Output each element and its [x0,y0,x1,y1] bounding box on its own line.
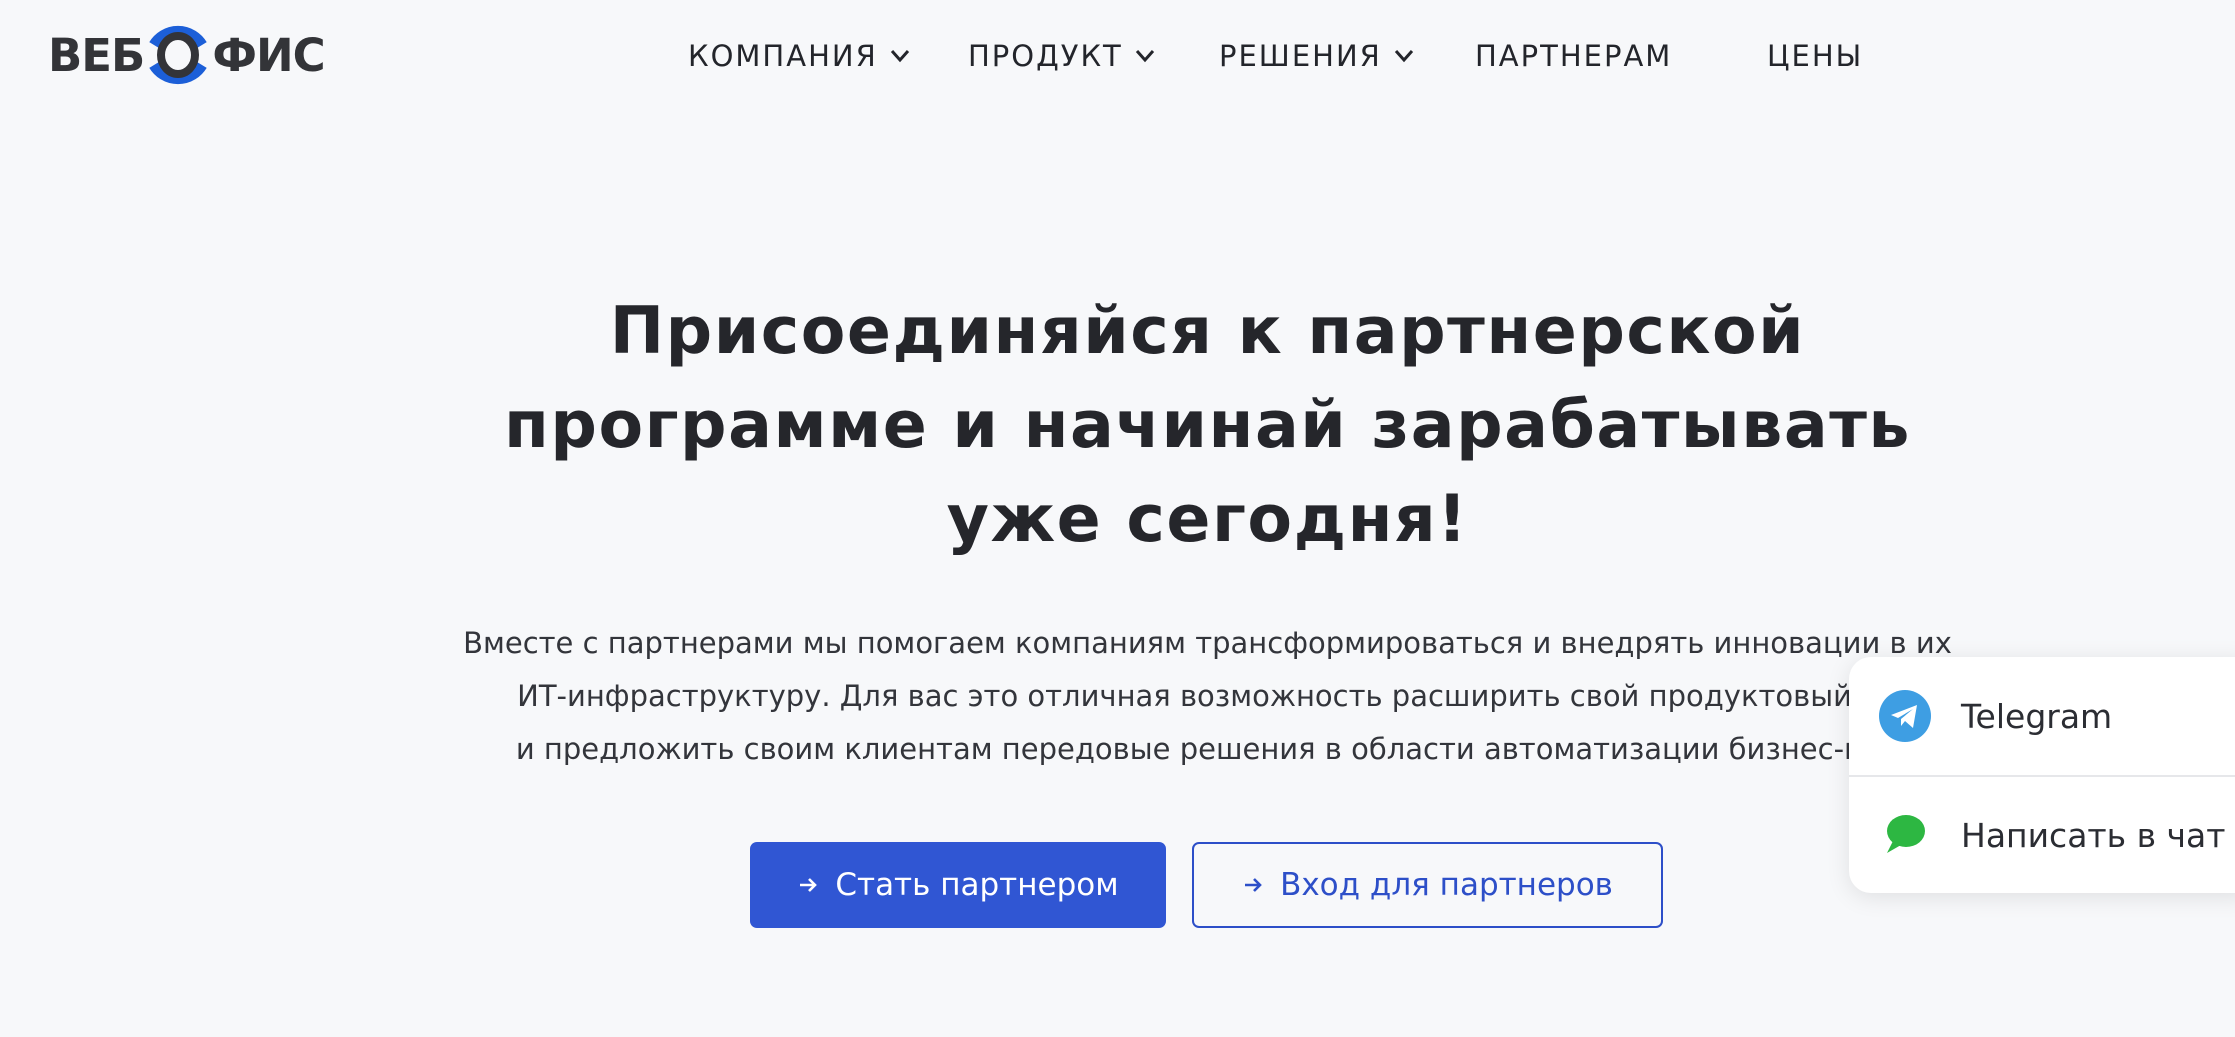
hero-text-line: и предложить своим клиентам передовые ре… [515,732,1900,766]
partner-login-label: Вход для партнеров [1280,867,1613,903]
logo-ring-icon [146,10,210,100]
chevron-down-icon [1135,49,1154,62]
nav-item-label: ПАРТНЕРАМ [1475,38,1673,73]
logo[interactable]: ВЕБ ФИС [48,10,326,100]
hero-description: Вместе с партнерами мы помогаем компания… [420,617,1995,776]
nav-item-prices[interactable]: ЦЕНЫ [1767,39,1863,73]
arrow-right-icon [1245,878,1262,892]
page: ВЕБ ФИС КОМПАНИЯ ПРОДУКТ РЕШЕНИЯ ПАРТНЕР… [0,0,2235,1037]
hero-title-line: уже сегодня! [946,482,1469,557]
nav-item-solutions[interactable]: РЕШЕНИЯ [1219,39,1475,73]
chevron-down-icon [890,49,909,62]
nav-item-partners[interactable]: ПАРТНЕРАМ [1475,39,1767,73]
nav-item-label: ЦЕНЫ [1767,38,1864,73]
logo-text-left: ВЕБ [48,28,145,82]
telegram-link[interactable]: Telegram [1849,657,2235,775]
contact-widget: Telegram Написать в чат [1849,657,2235,893]
chevron-down-icon [1394,49,1413,62]
chat-link[interactable]: Написать в чат [1849,775,2235,893]
arrow-right-icon [800,878,818,892]
chat-bubble-icon [1887,815,1925,853]
hero-title-line: программе и начинай зарабатывать [504,388,1911,463]
partner-login-button[interactable]: Вход для партнеров [1192,842,1663,928]
logo-text-right: ФИС [212,28,325,82]
nav-item-label: ПРОДУКТ [968,38,1123,73]
chat-label: Написать в чат [1961,815,2226,855]
become-partner-button[interactable]: Стать партнером [750,842,1166,928]
telegram-icon [1879,690,1931,742]
nav-item-label: КОМПАНИЯ [688,38,878,73]
nav-item-label: РЕШЕНИЯ [1219,38,1382,73]
hero-title-line: Присоединяйся к партнерской [609,294,1806,369]
hero-text-line: ИТ-инфраструктуру. Для вас это отличная … [517,679,1898,713]
hero-title: Присоединяйся к партнерской программе и … [400,285,2015,567]
nav-item-product[interactable]: ПРОДУКТ [968,39,1219,73]
hero-text-line: Вместе с партнерами мы помогаем компания… [463,626,1952,660]
become-partner-label: Стать партнером [835,867,1119,903]
telegram-label: Telegram [1961,696,2113,736]
main-nav: КОМПАНИЯ ПРОДУКТ РЕШЕНИЯ ПАРТНЕРАМ ЦЕНЫ [688,28,1863,83]
nav-item-company[interactable]: КОМПАНИЯ [688,39,968,73]
